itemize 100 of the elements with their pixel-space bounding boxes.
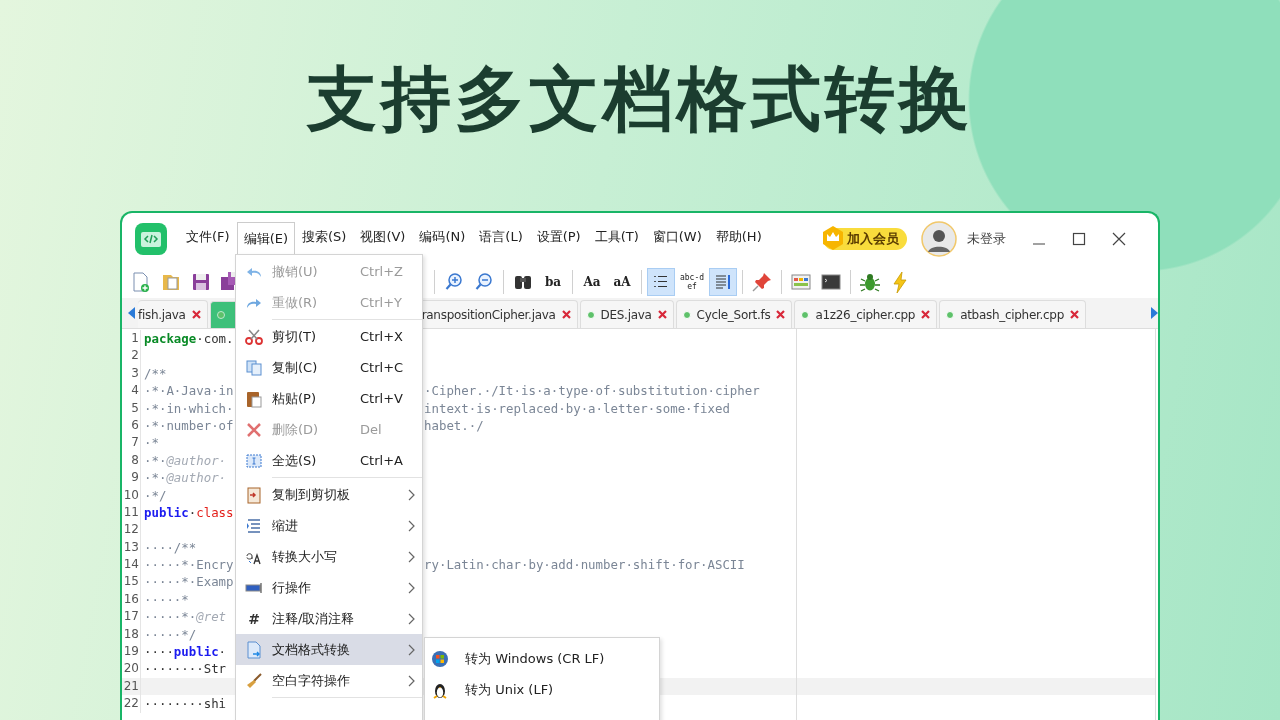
code-text: ·*·@author· [144,452,227,468]
hash-icon: # [248,610,260,627]
menu-item[interactable]: 复制(C) Ctrl+C [236,352,422,383]
line-number: 8 [122,451,141,470]
line-numbers-icon[interactable] [648,268,674,295]
line-number: 5 [122,399,141,417]
word-wrap-icon[interactable] [710,268,736,295]
code-text: ·* [144,435,159,451]
file-tab[interactable]: DES.java [579,300,674,328]
document-icon [245,640,263,659]
indent-icon [245,516,263,535]
menu-title[interactable]: 工具(T) [587,220,646,258]
code-text: ·*·in·which· [144,400,234,416]
delete-icon [245,420,263,439]
close-tab-icon[interactable] [921,310,931,319]
toolbar-toggle[interactable]: abc-def [678,268,706,295]
code-text: ·····*/ [144,626,197,642]
avatar-icon[interactable] [920,221,957,257]
line-number: 21 [122,677,141,696]
menu-item[interactable]: 复制到剪切板 [236,479,422,510]
menu-title[interactable]: 搜索(S) [295,220,354,258]
line-number: 20 [122,660,141,678]
file-tab[interactable]: atbash_cipher.cpp [939,300,1086,328]
toolbar-button[interactable]: ba [540,268,566,295]
code-text: ·*·number·of [144,417,234,433]
code-text: ·····*·@ret [144,609,227,625]
vip-badge[interactable]: 加入会员 [822,228,907,250]
code-text: ·····*·Encry [144,557,234,573]
menu-item[interactable]: 空白字符操作 [236,665,422,696]
line-number: 22 [122,695,141,713]
menu-item[interactable]: 行操作 [236,572,422,603]
line-number: 1 [122,330,141,348]
code-text: /** [144,365,167,381]
login-status[interactable]: 未登录 [966,230,1006,248]
chevron-right-icon [408,550,415,563]
chevron-right-icon [408,643,415,656]
line-number: 3 [122,364,141,383]
code-text: ·Cipher.·/It·is·a·type·of·substitution·cipher [424,382,760,400]
line-number: 6 [122,416,141,435]
broom-icon [245,671,263,690]
close-tab-icon[interactable] [657,310,667,319]
menu-item[interactable]: 缩进 [236,510,422,541]
code-text: intext·is·replaced·by·a·letter·some·fixed [424,399,730,417]
line-number: 7 [122,434,141,452]
menu-item[interactable]: 转为 Unix (LF) [425,674,659,705]
line-number: 18 [122,625,141,644]
app-logo-icon [135,223,167,255]
menu-title[interactable]: 窗口(W) [645,220,709,258]
close-tab-icon[interactable] [1069,310,1079,319]
scissors-icon [245,327,263,346]
code-text: ·····*·Examp [144,574,234,590]
menu-item[interactable]: 文档格式转换 [236,634,422,665]
close-tab-icon[interactable] [561,310,571,319]
windows-orb-icon [431,649,449,668]
code-text: ····public· [144,644,227,660]
menu-item[interactable]: 转为 Windows (CR LF) [425,643,659,674]
line-number: 13 [122,538,141,557]
chevron-right-icon [408,612,415,625]
menu-title[interactable]: 语言(L) [472,220,530,258]
menu-title[interactable]: 视图(V) [353,220,413,258]
line-number: 15 [122,573,141,591]
chevron-right-icon [408,519,415,532]
code-text: ·*·A·Java·in [144,383,234,399]
line-number: 9 [122,469,141,487]
select-all-icon [245,451,263,470]
code-text: ·*·@author· [144,470,227,486]
file-tab[interactable]: fish.java [138,300,208,328]
menu-item[interactable]: 转换大小写 [236,541,422,572]
toolbar-button[interactable]: Aa [579,268,605,295]
line-number: 14 [122,556,141,574]
file-tab[interactable]: a1z26_cipher.cpp [794,300,938,328]
code-text: ········Str [144,661,227,677]
menu-title[interactable]: 帮助(H) [708,220,769,258]
menu-item[interactable]: # 注释/取消注释 [236,603,422,634]
line-number: 17 [122,608,141,626]
clipboard-icon [245,389,263,408]
code-text: public·class [144,504,234,520]
menu-title[interactable]: 设置(P) [529,220,588,258]
line-number: 19 [122,643,141,661]
line-number: 12 [122,521,141,539]
menu-title[interactable]: 编码(N) [412,220,473,258]
close-tab-icon[interactable] [191,310,201,319]
scroll-left-icon[interactable] [128,307,136,319]
scroll-right-icon[interactable] [1150,307,1158,319]
clipboard-icon [245,485,263,504]
line-number: 4 [122,382,141,400]
code-text: ·*/ [144,487,167,503]
menu-title[interactable]: 文件(F) [179,220,237,258]
close-tab-icon[interactable] [776,310,786,319]
chevron-right-icon [408,488,415,501]
code-text: package·com. [144,331,234,346]
copy-icon [245,358,263,377]
code-text: ·····* [144,591,189,607]
menu-item[interactable]: 全选(S) Ctrl+A [236,445,422,476]
menu-item[interactable]: 粘贴(P) Ctrl+V [236,383,422,414]
file-tab[interactable]: Cycle_Sort.fs [675,300,793,328]
close-icon[interactable] [1111,232,1126,246]
toolbar-button[interactable]: aA [609,268,635,295]
maximize-icon[interactable] [1071,232,1086,246]
code-text: ····/** [144,539,197,555]
